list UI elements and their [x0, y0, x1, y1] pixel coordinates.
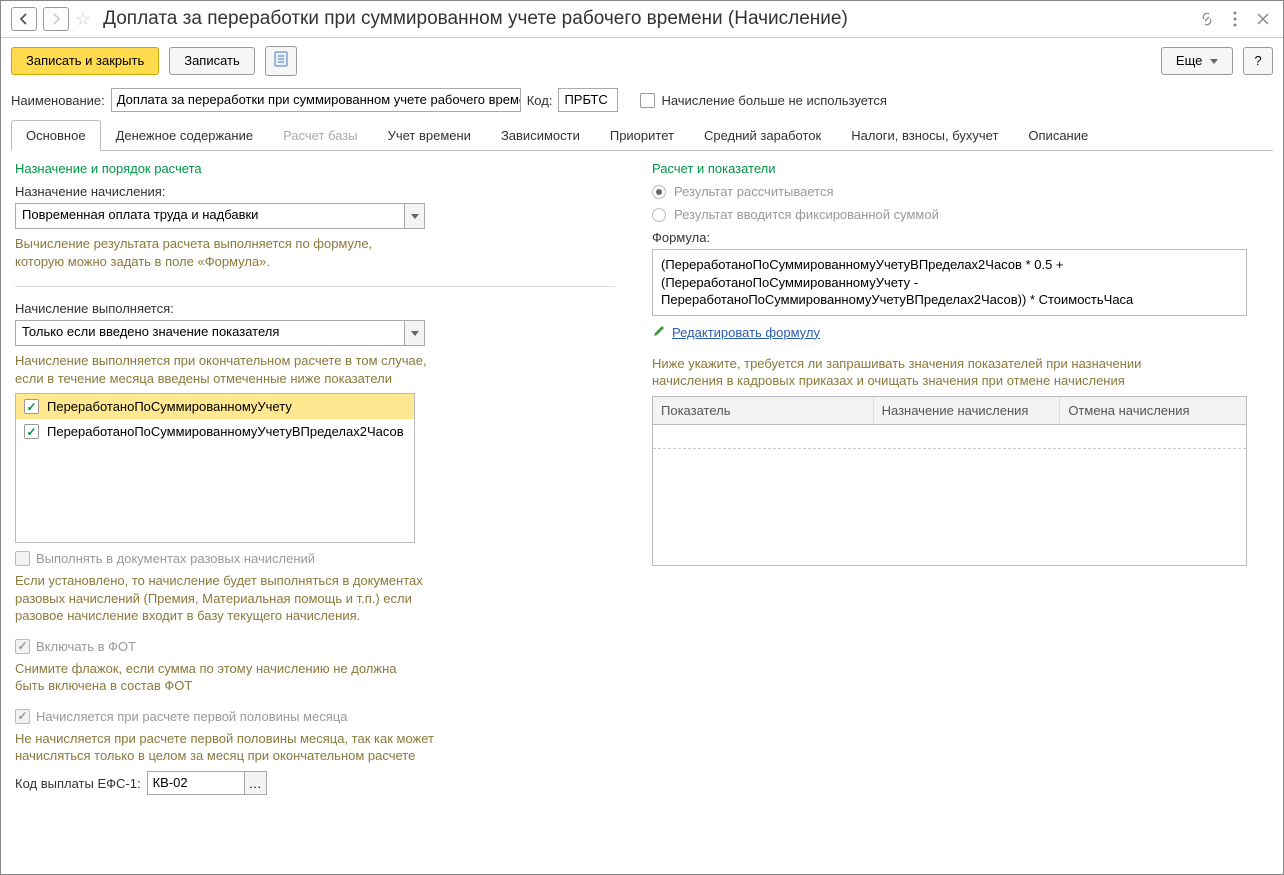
efs-picker-button[interactable]: … — [244, 772, 266, 794]
code-label: Код: — [527, 93, 553, 108]
purpose-hint: Вычисление результата расчета выполняетс… — [15, 235, 395, 270]
more-button[interactable]: Еще — [1161, 47, 1233, 75]
exec-hint: Начисление выполняется при окончательном… — [15, 352, 435, 387]
close-icon[interactable] — [1253, 9, 1273, 29]
oneoff-label: Выполнять в документах разовых начислени… — [36, 551, 315, 566]
help-button[interactable]: ? — [1243, 47, 1273, 75]
edit-formula-link[interactable]: Редактировать формулу — [672, 325, 820, 340]
tab-time[interactable]: Учет времени — [373, 120, 486, 151]
tab-deps[interactable]: Зависимости — [486, 120, 595, 151]
pencil-icon — [652, 324, 666, 341]
list-item[interactable]: ПереработаноПоСуммированномуУчету — [16, 394, 414, 419]
indicator-label: ПереработаноПоСуммированномуУчету — [47, 399, 292, 414]
purpose-dropdown[interactable]: Повременная оплата труда и надбавки — [15, 203, 425, 229]
tab-base-calc: Расчет базы — [268, 120, 373, 151]
name-label: Наименование: — [11, 93, 105, 108]
grid-col-indicator: Показатель — [653, 397, 874, 424]
fot-checkbox — [15, 639, 30, 654]
tab-monetary[interactable]: Денежное содержание — [101, 120, 268, 151]
list-item[interactable]: ПереработаноПоСуммированномуУчетуВПредел… — [16, 419, 414, 444]
tab-desc[interactable]: Описание — [1013, 120, 1103, 151]
firsthalf-hint: Не начисляется при расчете первой полови… — [15, 730, 435, 765]
save-and-close-button[interactable]: Записать и закрыть — [11, 47, 159, 75]
kebab-menu-icon[interactable] — [1225, 9, 1245, 29]
grid-row[interactable] — [653, 425, 1246, 449]
chevron-down-icon[interactable] — [404, 204, 424, 228]
grid-col-cancel: Отмена начисления — [1060, 397, 1246, 424]
efs-label: Код выплаты ЕФС-1: — [15, 776, 141, 791]
tab-avg-earn[interactable]: Средний заработок — [689, 120, 836, 151]
not-used-label: Начисление больше не используется — [661, 93, 886, 108]
name-input[interactable]: Доплата за переработки при суммированном… — [111, 88, 521, 112]
oneoff-hint: Если установлено, то начисление будет вы… — [15, 572, 435, 625]
fot-label: Включать в ФОТ — [36, 639, 136, 654]
result-calculated-radio — [652, 185, 666, 199]
firsthalf-label: Начисляется при расчете первой половины … — [36, 709, 347, 724]
grid-col-assign: Назначение начисления — [874, 397, 1061, 424]
radio-label: Результат рассчитывается — [674, 184, 834, 199]
chevron-down-icon[interactable] — [404, 321, 424, 345]
not-used-checkbox[interactable] — [640, 93, 655, 108]
indicator-checkbox[interactable] — [24, 399, 39, 414]
save-button[interactable]: Записать — [169, 47, 255, 75]
grid-hint: Ниже укажите, требуется ли запрашивать з… — [652, 355, 1212, 390]
purpose-section-title: Назначение и порядок расчета — [15, 161, 632, 176]
indicators-grid[interactable]: Показатель Назначение начисления Отмена … — [652, 396, 1247, 566]
oneoff-checkbox — [15, 551, 30, 566]
fot-hint: Снимите флажок, если сумма по этому начи… — [15, 660, 415, 695]
favorite-icon[interactable]: ☆ — [75, 9, 91, 30]
nav-forward-button[interactable] — [43, 7, 69, 31]
firsthalf-checkbox — [15, 709, 30, 724]
indicator-label: ПереработаноПоСуммированномуУчетуВПредел… — [47, 424, 404, 439]
code-input[interactable]: ПРБТС — [558, 88, 618, 112]
exec-label: Начисление выполняется: — [15, 301, 632, 316]
tab-priority[interactable]: Приоритет — [595, 120, 689, 151]
efs-input[interactable]: КВ-02 … — [147, 771, 267, 795]
report-button[interactable] — [265, 46, 297, 76]
indicator-checkbox[interactable] — [24, 424, 39, 439]
formula-display: (ПереработаноПоСуммированномуУчетуВПреде… — [652, 249, 1247, 316]
tab-taxes[interactable]: Налоги, взносы, бухучет — [836, 120, 1013, 151]
link-icon[interactable] — [1197, 9, 1217, 29]
calc-section-title: Расчет и показатели — [652, 161, 1269, 176]
indicators-list[interactable]: ПереработаноПоСуммированномуУчету Перера… — [15, 393, 415, 543]
exec-dropdown[interactable]: Только если введено значение показателя — [15, 320, 425, 346]
nav-back-button[interactable] — [11, 7, 37, 31]
purpose-label: Назначение начисления: — [15, 184, 632, 199]
result-fixed-radio — [652, 208, 666, 222]
tab-main[interactable]: Основное — [11, 120, 101, 151]
tab-bar: Основное Денежное содержание Расчет базы… — [11, 120, 1273, 151]
radio-label: Результат вводится фиксированной суммой — [674, 207, 939, 222]
window-title: Доплата за переработки при суммированном… — [103, 8, 1191, 30]
formula-label: Формула: — [652, 230, 1269, 245]
